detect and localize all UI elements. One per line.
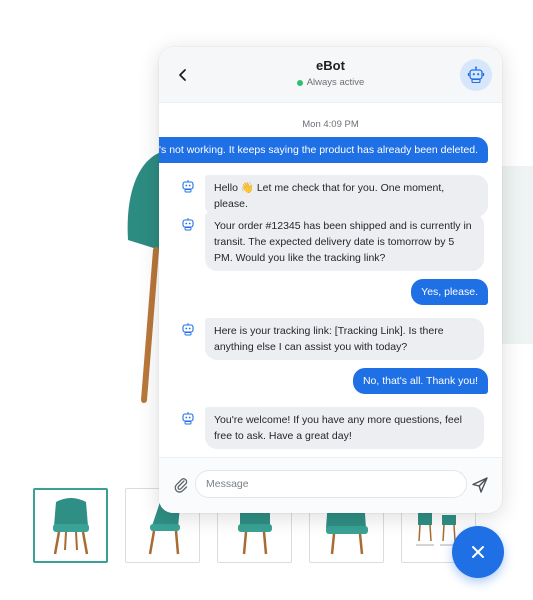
chair-thumbnail-image (52, 497, 89, 554)
bot-message: Hello 👋 Let me check that for you. One m… (205, 175, 488, 217)
paperclip-icon (174, 478, 188, 493)
close-chat-button[interactable] (452, 526, 504, 578)
message-timestamp: Mon 4:09 PM (302, 119, 359, 130)
user-message: Yes, please. (411, 279, 488, 305)
send-button[interactable] (468, 473, 492, 497)
message-input[interactable] (195, 470, 467, 498)
product-thumbnail[interactable] (33, 488, 108, 563)
bot-message-row: Your order #12345 has been shipped and i… (181, 213, 488, 271)
user-message: It's not working. It keeps saying the pr… (159, 137, 488, 163)
robot-icon (467, 66, 485, 84)
bot-status: Always active (159, 77, 502, 88)
robot-icon (182, 218, 194, 231)
attach-button[interactable] (170, 474, 192, 496)
chat-messages[interactable]: Mon 4:09 PM It's not working. It keeps s… (159, 103, 502, 457)
send-icon (472, 477, 488, 493)
bot-message-row: Here is your tracking link: [Tracking Li… (181, 318, 488, 360)
user-message: No, that's all. Thank you! (352, 368, 488, 394)
robot-icon (182, 412, 194, 425)
bot-name: eBot (316, 58, 345, 73)
chat-header: eBot Always active (159, 47, 502, 103)
bot-avatar (460, 59, 492, 91)
message-composer (159, 457, 502, 513)
bot-status-label: Always active (306, 77, 365, 88)
robot-icon (182, 180, 194, 193)
bot-message-row: You're welcome! If you have any more que… (181, 407, 488, 449)
bot-message: You're welcome! If you have any more que… (205, 407, 484, 449)
close-icon (472, 546, 484, 558)
bot-message: Your order #12345 has been shipped and i… (205, 213, 484, 271)
robot-icon (182, 323, 194, 336)
bot-message: Here is your tracking link: [Tracking Li… (205, 318, 484, 360)
online-status-dot (296, 79, 303, 86)
bot-message-row: Hello 👋 Let me check that for you. One m… (181, 175, 488, 217)
chat-window: eBot Always active Mon 4:09 PM It's not … (159, 47, 502, 513)
